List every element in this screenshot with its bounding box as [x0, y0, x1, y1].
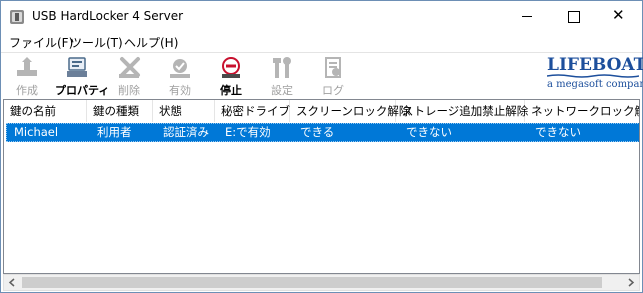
scroll-left-arrow-icon[interactable] [4, 275, 21, 290]
properties-icon [67, 57, 87, 77]
enable-button[interactable]: 有効 [158, 53, 202, 99]
logo-name: LIFEBOAT [547, 55, 643, 75]
column-header-status[interactable]: 状態 [153, 100, 215, 122]
cell-key-name: Michael [14, 125, 59, 139]
minimize-button[interactable] [504, 1, 550, 31]
cell-storage-block: できない [406, 125, 452, 139]
properties-label: プロパティ [55, 84, 110, 97]
cell-screen-lock: できる [300, 125, 335, 139]
stop-icon [222, 57, 240, 78]
close-button[interactable]: ✕ [596, 1, 642, 31]
column-header-network-lock[interactable]: ネットワークロック解除 [525, 100, 639, 122]
scrollbar-thumb[interactable] [22, 277, 602, 288]
log-button[interactable]: ログ [311, 53, 355, 99]
app-window: USB HardLocker 4 Server ✕ ファイル(F) ツール(T)… [0, 0, 643, 293]
enable-icon [170, 59, 190, 78]
log-icon [325, 57, 341, 78]
cell-status: 認証済み [163, 125, 209, 139]
toolbar: 作成 プロパティ 削除 有効 停止 設定 ログ LIFEBOAT a megas… [1, 52, 643, 99]
delete-icon [119, 57, 140, 78]
enable-label: 有効 [169, 84, 191, 97]
column-header-secret-drive[interactable]: 秘密ドライブ [215, 100, 290, 122]
scroll-right-arrow-icon[interactable] [622, 275, 639, 290]
settings-label: 設定 [271, 84, 293, 97]
maximize-button[interactable] [550, 1, 596, 31]
table-row[interactable]: Michael 利用者 認証済み E:で有効 できる できない できない [6, 123, 639, 142]
list-header: 鍵の名前 鍵の種類 状態 秘密ドライブ スクリーンロック解除 ストレージ追加禁止… [4, 100, 639, 122]
horizontal-scrollbar[interactable] [3, 274, 640, 291]
close-icon: ✕ [612, 6, 625, 24]
title-bar[interactable]: USB HardLocker 4 Server ✕ [1, 1, 642, 31]
logo-wave-icon [547, 74, 639, 78]
window-title: USB HardLocker 4 Server [32, 9, 184, 23]
delete-button[interactable]: 削除 [107, 53, 151, 99]
create-key-icon [17, 57, 37, 76]
column-header-screen-lock[interactable]: スクリーンロック解除 [290, 100, 410, 122]
column-header-key-type[interactable]: 鍵の種類 [87, 100, 153, 122]
cell-network-lock: できない [535, 125, 581, 139]
logo-tagline: a megasoft company [547, 79, 643, 90]
properties-button[interactable]: プロパティ [55, 53, 110, 99]
column-header-storage-block[interactable]: ストレージ追加禁止解除 [396, 100, 528, 122]
app-icon [9, 9, 25, 25]
create-button[interactable]: 作成 [5, 53, 49, 99]
delete-label: 削除 [118, 84, 140, 97]
tools-icon [273, 57, 291, 78]
key-list[interactable]: 鍵の名前 鍵の種類 状態 秘密ドライブ スクリーンロック解除 ストレージ追加禁止… [3, 99, 640, 274]
log-label: ログ [322, 84, 344, 97]
menu-bar: ファイル(F) ツール(T) ヘルプ(H) [1, 31, 642, 51]
stop-button[interactable]: 停止 [209, 53, 253, 99]
menu-file[interactable]: ファイル(F) [9, 34, 73, 51]
stop-label: 停止 [220, 84, 242, 97]
cell-secret-drive: E:で有効 [225, 125, 271, 139]
lifeboat-logo: LIFEBOAT a megasoft company [543, 55, 643, 97]
menu-help[interactable]: ヘルプ(H) [124, 34, 178, 51]
menu-tool[interactable]: ツール(T) [70, 34, 123, 51]
cell-key-type: 利用者 [97, 125, 132, 139]
create-label: 作成 [16, 84, 38, 97]
column-header-key-name[interactable]: 鍵の名前 [4, 100, 87, 122]
settings-button[interactable]: 設定 [260, 53, 304, 99]
